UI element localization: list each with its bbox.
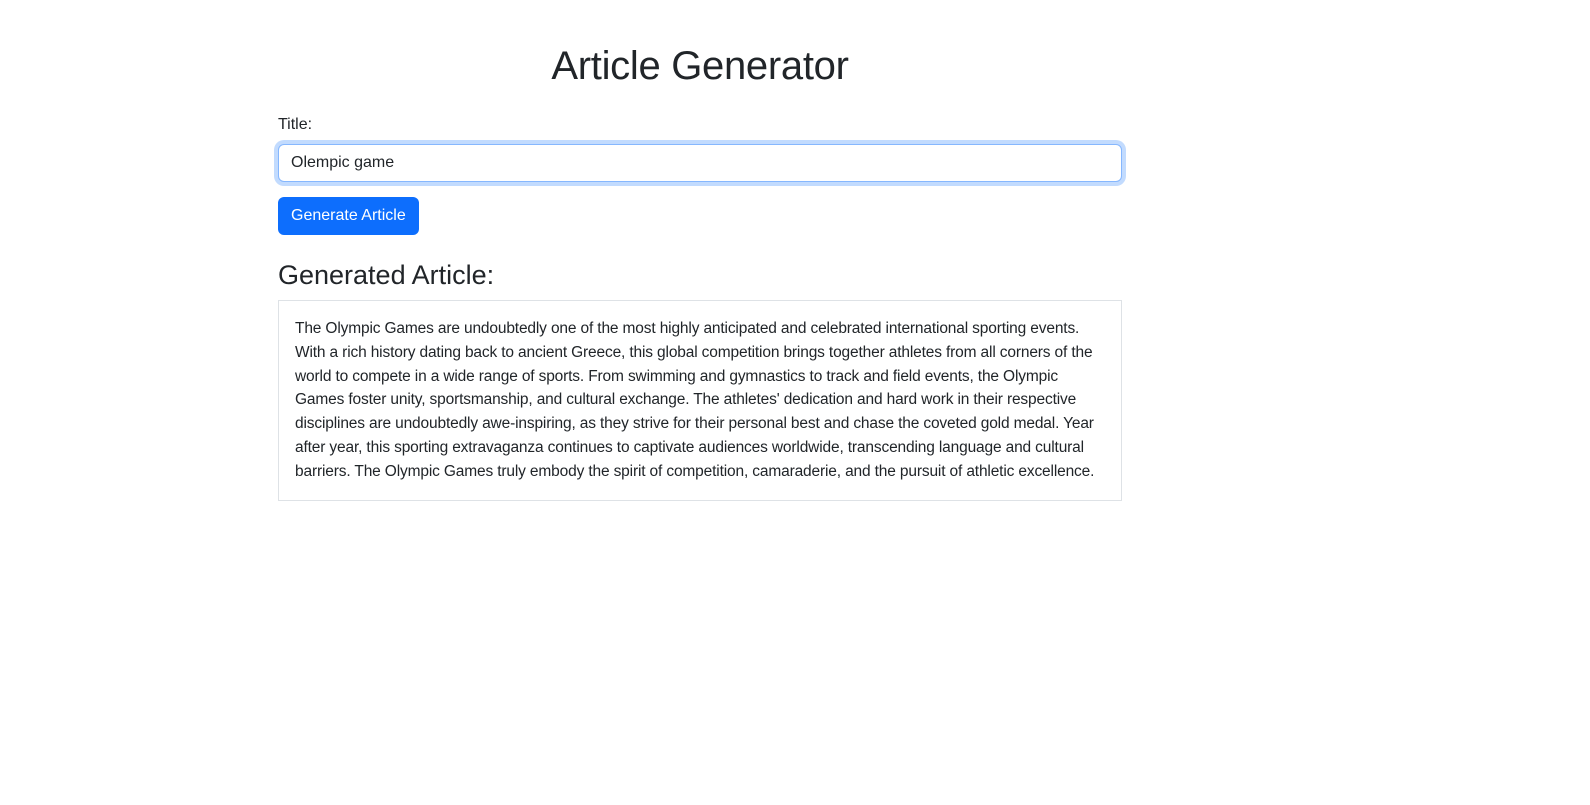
generated-article-text: The Olympic Games are undoubtedly one of… [295,320,1095,480]
generated-article-heading: Generated Article: [278,260,495,290]
title-input[interactable] [278,144,1122,182]
title-label: Title: [278,116,313,133]
page-title: Article Generator [551,44,849,88]
generate-article-button[interactable]: Generate Article [278,197,419,235]
generated-article-box: The Olympic Games are undoubtedly one of… [278,300,1122,501]
